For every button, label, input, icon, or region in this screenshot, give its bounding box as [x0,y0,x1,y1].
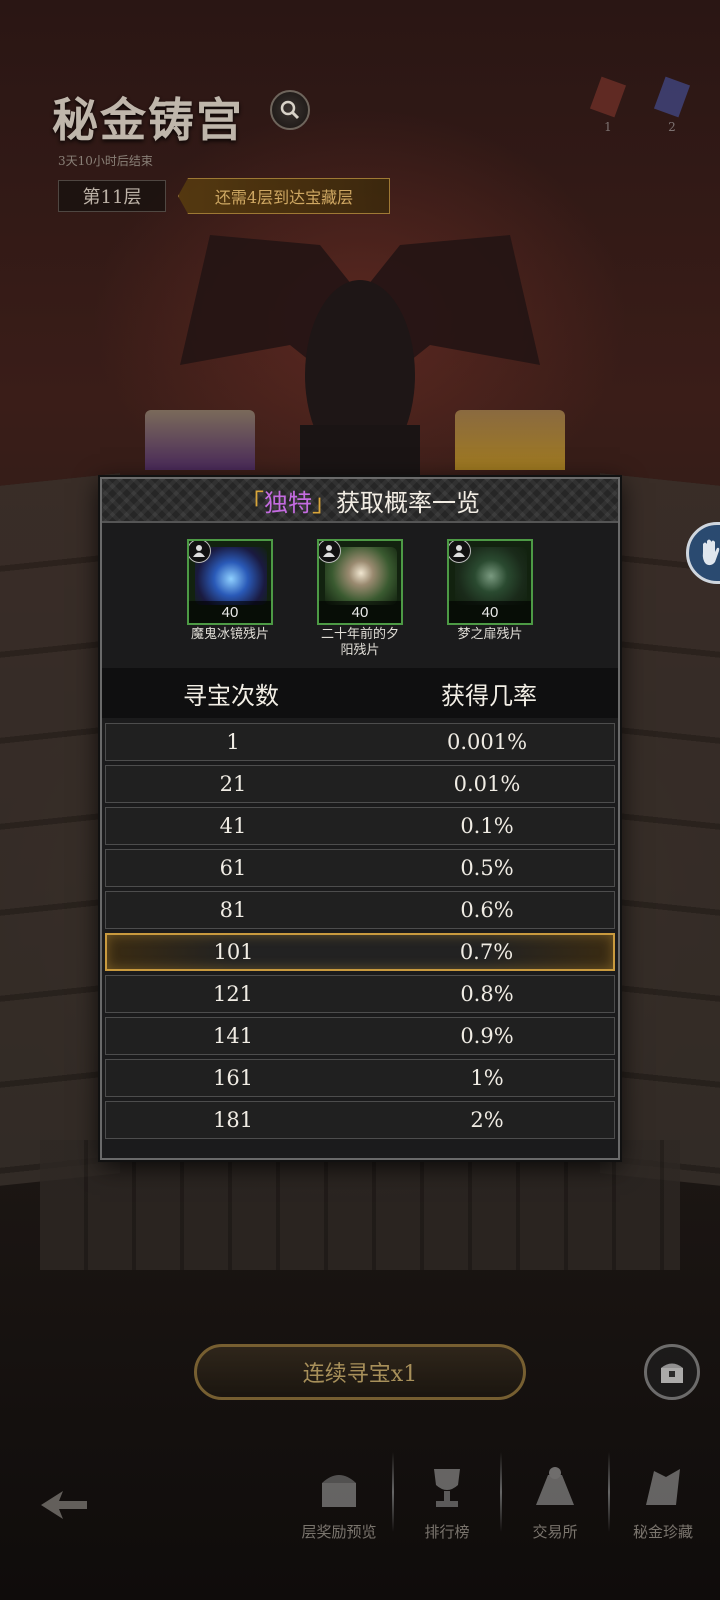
item-count: 40 [449,601,531,623]
item-ice-mirror[interactable]: 40 魔鬼冰镜残片 [187,539,273,668]
exchange-icon [536,1467,574,1505]
trophy-icon [434,1469,460,1507]
row-rate: 0.001% [446,730,528,754]
item-card[interactable]: 40 [187,539,273,625]
row-count: 181 [212,1108,254,1132]
table-header: 寻宝次数 获得几率 [102,668,618,718]
nav-floor-reward[interactable]: 层奖励预览 [286,1440,392,1550]
row-count: 21 [219,772,247,796]
item-card[interactable]: 40 [447,539,533,625]
table-row: 181 2% [105,1101,615,1139]
row-rate: 1% [470,1066,504,1090]
table-row-highlighted: 101 0.7% [105,933,615,971]
hand-icon [702,539,720,566]
item-name: 魔鬼冰镜残片 [190,627,269,642]
nav-exchange[interactable]: 交易所 [502,1440,608,1550]
character-badge-icon [189,541,211,563]
column-header-rate: 获得几率 [441,681,537,710]
floor-tip: 还需4层到达宝藏层 [178,178,390,214]
nav-label: 秘金珍藏 [632,1523,693,1541]
right-brazier [455,410,565,470]
row-count: 121 [212,982,254,1006]
title-accent: 独特 [264,488,312,517]
nav-label: 排行榜 [424,1523,470,1541]
continuous-explore-button[interactable]: 连续寻宝x1 [194,1344,526,1400]
probability-modal: 「 独特 」 获取概率一览 40 魔鬼冰镜残片 40 二十年前的夕阳残片 40 … [100,477,620,1160]
modal-title: 「 独特 」 获取概率一览 [102,479,618,523]
item-card[interactable]: 40 [317,539,403,625]
table-row: 21 0.01% [105,765,615,803]
item-list: 40 魔鬼冰镜残片 40 二十年前的夕阳残片 40 梦之扉残片 [102,523,618,668]
row-rate: 0.01% [453,772,521,796]
character-badge-icon [319,541,341,563]
table-row: 141 0.9% [105,1017,615,1055]
table-row: 61 0.5% [105,849,615,887]
search-icon [280,100,300,120]
row-rate: 0.6% [460,898,514,922]
resource-blue[interactable]: 2 [652,76,692,150]
title-bracket-close: 」 [312,488,336,517]
title-rest: 获取概率一览 [336,488,480,517]
reward-chest-icon [322,1475,356,1507]
left-brazier [145,410,255,470]
red-crystal-icon [589,76,627,118]
character-badge-icon [449,541,471,563]
table-row: 1 0.001% [105,723,615,761]
back-arrow-icon [41,1491,87,1519]
row-count: 161 [212,1066,254,1090]
item-sunset[interactable]: 40 二十年前的夕阳残片 [317,539,403,668]
bottom-nav: 层奖励预览 排行榜 交易所 秘金珍藏 [286,1440,716,1550]
item-count: 40 [319,601,401,623]
table-row: 81 0.6% [105,891,615,929]
current-floor: 第11层 [58,180,166,212]
treasure-icon [646,1469,680,1505]
back-button[interactable] [34,1480,94,1530]
resource-blue-value: 2 [668,120,676,134]
item-name: 梦之扉残片 [457,627,523,642]
nav-label: 交易所 [532,1523,578,1541]
row-rate: 0.7% [459,940,514,964]
nav-leaderboard[interactable]: 排行榜 [394,1440,500,1550]
table-row: 121 0.8% [105,975,615,1013]
resource-red-value: 1 [604,120,612,134]
row-count: 1 [226,730,240,754]
event-countdown: 3天10小时后结束 [58,154,153,168]
table-row: 41 0.1% [105,807,615,845]
column-header-count: 寻宝次数 [183,681,279,710]
row-rate: 0.8% [460,982,514,1006]
page-title: 秘金铸宫 [52,93,244,147]
item-count: 40 [189,601,271,623]
row-count: 41 [219,814,247,838]
nav-label: 层奖励预览 [301,1523,377,1541]
blue-crystal-icon [653,76,691,118]
row-count: 101 [213,940,254,964]
row-count: 61 [219,856,247,880]
title-bracket-open: 「 [240,488,264,517]
nav-treasure[interactable]: 秘金珍藏 [610,1440,716,1550]
probability-table: 1 0.001% 21 0.01% 41 0.1% 61 0.5% 81 0.6… [102,718,618,1139]
row-count: 81 [219,898,247,922]
row-rate: 0.1% [460,814,514,838]
item-name: 二十年前的夕阳残片 [320,627,399,658]
row-rate: 0.9% [460,1024,514,1048]
chest-icon [661,1363,683,1383]
row-count: 141 [212,1024,254,1048]
search-button[interactable] [270,90,310,130]
resource-red[interactable]: 1 [588,76,628,150]
item-dream-door[interactable]: 40 梦之扉残片 [447,539,533,668]
row-rate: 0.5% [460,856,514,880]
chest-button[interactable] [644,1344,700,1400]
row-rate: 2% [470,1108,504,1132]
table-row: 161 1% [105,1059,615,1097]
